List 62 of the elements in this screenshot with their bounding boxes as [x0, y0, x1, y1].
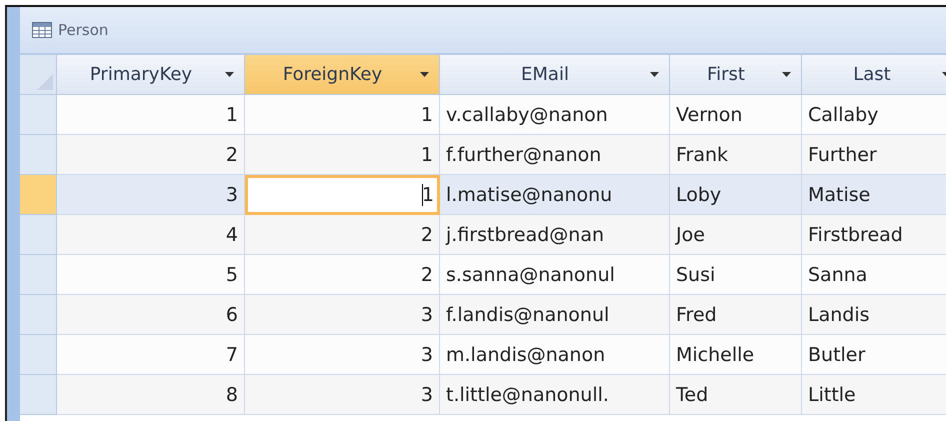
column-header[interactable]: First — [670, 55, 802, 95]
table-cell: 3 — [245, 295, 440, 335]
table-cell: Ted — [670, 375, 802, 415]
table-cell: 2 — [245, 215, 440, 255]
table-cell: Susi — [670, 255, 802, 295]
table-cell: Joe — [670, 215, 802, 255]
column-header[interactable]: EMail — [440, 55, 670, 95]
column-label: PrimaryKey — [88, 64, 194, 85]
table-cell: 1 — [245, 135, 440, 175]
table-cell: Further — [802, 135, 946, 175]
row-selector[interactable] — [20, 375, 57, 415]
table-cell: Michelle — [670, 335, 802, 375]
table-cell: Vernon — [670, 95, 802, 135]
table-cell: 1 — [245, 95, 440, 135]
dropdown-arrow-icon[interactable] — [420, 72, 429, 78]
table-icon — [32, 22, 52, 38]
table-cell: f.further@nanon — [440, 135, 670, 175]
table-cell: 2 — [57, 135, 245, 175]
table-cell: m.landis@nanon — [440, 335, 670, 375]
dropdown-arrow-icon[interactable] — [650, 72, 659, 78]
table-cell: 3 — [245, 375, 440, 415]
table-cell: 6 — [57, 295, 245, 335]
window-title: Person — [58, 21, 108, 39]
row-selector[interactable] — [20, 175, 57, 215]
column-header[interactable]: ForeignKey — [245, 55, 440, 95]
column-header[interactable]: Last — [802, 55, 946, 95]
select-all-corner[interactable] — [20, 55, 57, 95]
table-cell: v.callaby@nanon — [440, 95, 670, 135]
table-cell: 7 — [57, 335, 245, 375]
dropdown-arrow-icon[interactable] — [782, 72, 791, 78]
table-cell: l.matise@nanonu — [440, 175, 670, 215]
column-label: First — [706, 64, 746, 85]
column-label: EMail — [520, 64, 570, 85]
row-selector[interactable] — [20, 295, 57, 335]
row-selector[interactable] — [20, 215, 57, 255]
table-cell: 4 — [57, 215, 245, 255]
row-selector[interactable] — [20, 95, 57, 135]
table-cell: j.firstbread@nan — [440, 215, 670, 255]
column-header[interactable]: PrimaryKey — [57, 55, 245, 95]
table-cell: Frank — [670, 135, 802, 175]
table-cell: 1 — [57, 95, 245, 135]
table-cell: Firstbread — [802, 215, 946, 255]
row-selector[interactable] — [20, 255, 57, 295]
table-cell: 8 — [57, 375, 245, 415]
table-cell: 3 — [57, 175, 245, 215]
row-selector[interactable] — [20, 335, 57, 375]
table-cell: Loby — [670, 175, 802, 215]
column-label: ForeignKey — [282, 64, 384, 85]
column-label: Last — [852, 64, 892, 85]
table-cell: Little — [802, 375, 946, 415]
table-cell: s.sanna@nanonul — [440, 255, 670, 295]
table-cell: Matise — [802, 175, 946, 215]
row-selector[interactable] — [20, 135, 57, 175]
table-cell: t.little@nanonull. — [440, 375, 670, 415]
table-cell: 5 — [57, 255, 245, 295]
table-cell: 3 — [245, 335, 440, 375]
table-cell: f.landis@nanonul — [440, 295, 670, 335]
active-cell[interactable]: 1 — [245, 175, 440, 215]
dropdown-arrow-icon[interactable] — [225, 72, 234, 78]
table-cell: 2 — [245, 255, 440, 295]
table-cell: Landis — [802, 295, 946, 335]
table-cell: Fred — [670, 295, 802, 335]
